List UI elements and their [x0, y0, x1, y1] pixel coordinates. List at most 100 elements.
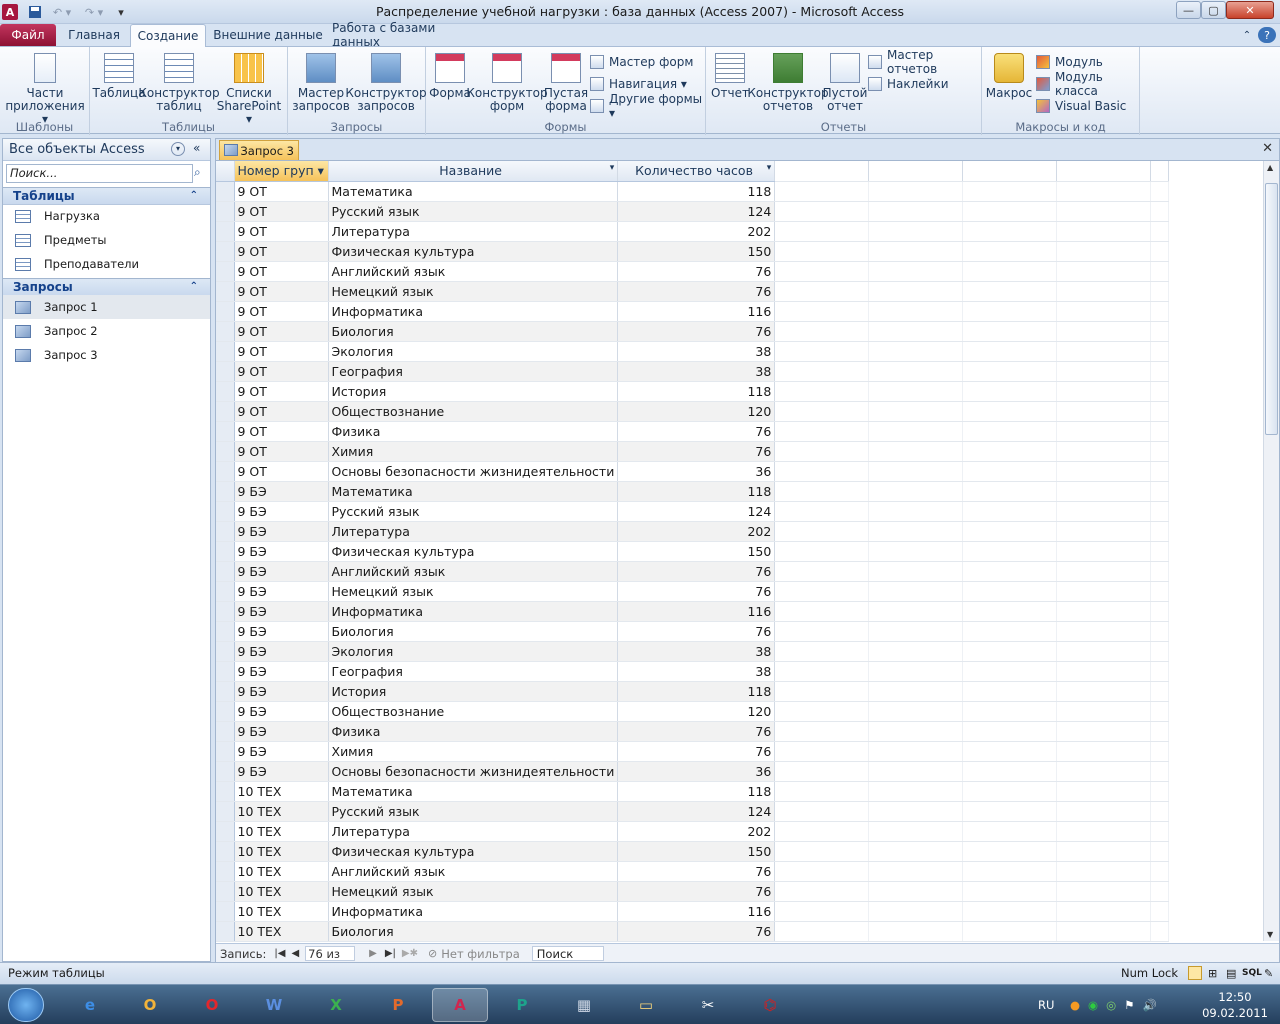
vertical-scrollbar[interactable]: ▲ ▼	[1263, 161, 1279, 941]
cell-subject[interactable]: Литература	[328, 521, 619, 542]
clock[interactable]: 12:50 09.02.2011	[1200, 989, 1270, 1021]
cell-hours[interactable]: 202	[617, 221, 776, 242]
table-row[interactable]: 9 БЭ Биология 76	[216, 621, 1170, 642]
class-module-button[interactable]: Модуль класса	[1036, 70, 1139, 98]
volume-icon[interactable]: 🔊	[1142, 998, 1156, 1012]
macro-button[interactable]: Макрос	[986, 53, 1032, 100]
record-selector[interactable]	[216, 561, 235, 582]
record-selector[interactable]	[216, 461, 235, 482]
cell-group[interactable]: 9 БЭ	[234, 581, 329, 602]
report-button[interactable]: Отчет	[710, 53, 750, 100]
sql-view-button[interactable]: SQL	[1242, 968, 1262, 978]
table-row[interactable]: 9 ОТ Математика 118	[216, 181, 1170, 202]
cell-subject[interactable]: География	[328, 661, 619, 682]
cell-subject[interactable]: Обществознание	[328, 401, 619, 422]
record-selector[interactable]	[216, 681, 235, 702]
cell-group[interactable]: 9 БЭ	[234, 601, 329, 622]
cell-group[interactable]: 9 ОТ	[234, 341, 329, 362]
language-indicator[interactable]: RU	[1038, 985, 1054, 1024]
taskbar-excel[interactable]: X	[308, 988, 364, 1022]
cell-group[interactable]: 9 ОТ	[234, 221, 329, 242]
table-row[interactable]: 9 БЭ Химия 76	[216, 741, 1170, 762]
taskbar-sticky[interactable]: ✂	[680, 988, 736, 1022]
record-selector[interactable]	[216, 621, 235, 642]
cell-group[interactable]: 10 ТЕХ	[234, 881, 329, 902]
report-wizard-button[interactable]: Мастер отчетов	[868, 48, 981, 76]
cell-subject[interactable]: Информатика	[328, 301, 619, 322]
table-row[interactable]: 9 БЭ Физическая культура 150	[216, 541, 1170, 562]
record-selector[interactable]	[216, 281, 235, 302]
cell-hours[interactable]: 150	[617, 541, 776, 562]
cell-subject[interactable]: Биология	[328, 321, 619, 342]
table-row[interactable]: 9 ОТ Химия 76	[216, 441, 1170, 462]
taskbar-opera[interactable]: O	[184, 988, 240, 1022]
cell-group[interactable]: 9 ОТ	[234, 301, 329, 322]
cell-group[interactable]: 9 БЭ	[234, 481, 329, 502]
cell-group[interactable]: 9 БЭ	[234, 501, 329, 522]
cell-group[interactable]: 9 БЭ	[234, 541, 329, 562]
cell-subject[interactable]: Русский язык	[328, 501, 619, 522]
record-selector[interactable]	[216, 261, 235, 282]
chevron-down-icon[interactable]: ▾	[171, 142, 185, 156]
taskbar-explorer[interactable]: ▭	[618, 988, 674, 1022]
sync-icon[interactable]: ◎	[1106, 998, 1116, 1012]
cell-hours[interactable]: 76	[617, 581, 776, 602]
record-selector[interactable]	[216, 761, 235, 782]
cell-group[interactable]: 10 ТЕХ	[234, 841, 329, 862]
taskbar-calculator[interactable]: ▦	[556, 988, 612, 1022]
cell-group[interactable]: 9 ОТ	[234, 401, 329, 422]
table-designer-button[interactable]: Конструктор таблиц	[138, 53, 220, 113]
cell-subject[interactable]: Информатика	[328, 601, 619, 622]
cell-group[interactable]: 9 БЭ	[234, 741, 329, 762]
search-icon[interactable]: ⌕	[194, 165, 201, 180]
cell-hours[interactable]: 76	[617, 881, 776, 902]
cell-group[interactable]: 10 ТЕХ	[234, 801, 329, 822]
record-selector[interactable]	[216, 441, 235, 462]
next-record-icon[interactable]: ▶	[369, 948, 377, 959]
cell-subject[interactable]: Литература	[328, 821, 619, 842]
chevron-down-icon[interactable]: ▾	[610, 163, 615, 173]
cell-subject[interactable]: Физика	[328, 721, 619, 742]
record-search-input[interactable]: Поиск	[531, 946, 604, 961]
cell-subject[interactable]: Химия	[328, 441, 619, 462]
nav-item-query-3[interactable]: Запрос 3	[3, 343, 210, 367]
nav-search-input[interactable]: Поиск...	[6, 164, 193, 183]
cell-group[interactable]: 9 БЭ	[234, 641, 329, 662]
record-selector[interactable]	[216, 641, 235, 662]
cell-group[interactable]: 9 БЭ	[234, 561, 329, 582]
query-wizard-button[interactable]: Мастер запросов	[292, 53, 350, 113]
table-row[interactable]: 9 БЭ Основы безопасности жизнидеятельност…	[216, 761, 1170, 782]
cell-group[interactable]: 9 ОТ	[234, 241, 329, 262]
cell-group[interactable]: 9 БЭ	[234, 721, 329, 742]
table-row[interactable]: 9 БЭ Математика 118	[216, 481, 1170, 502]
cell-hours[interactable]: 124	[617, 201, 776, 222]
table-row[interactable]: 9 ОТ Обществознание 120	[216, 401, 1170, 422]
nav-item-prepodavateli[interactable]: Преподаватели	[3, 252, 210, 276]
cell-hours[interactable]: 150	[617, 241, 776, 262]
record-position-field[interactable]: 76 из 76	[305, 946, 356, 975]
record-selector[interactable]	[216, 501, 235, 522]
cell-hours[interactable]: 76	[617, 321, 776, 342]
cell-group[interactable]: 9 ОТ	[234, 441, 329, 462]
navigation-button[interactable]: Навигация ▾	[590, 75, 687, 93]
scroll-up-icon[interactable]: ▲	[1267, 163, 1273, 172]
cell-hours[interactable]: 118	[617, 381, 776, 402]
cell-group[interactable]: 9 ОТ	[234, 361, 329, 382]
record-selector[interactable]	[216, 841, 235, 862]
cell-subject[interactable]: Английский язык	[328, 861, 619, 882]
update-icon[interactable]: ●	[1070, 998, 1080, 1012]
previous-record-icon[interactable]: ◀	[291, 948, 299, 959]
table-row[interactable]: 9 ОТ География 38	[216, 361, 1170, 382]
tab-external-data[interactable]: Внешние данные	[212, 24, 324, 46]
cell-hours[interactable]: 116	[617, 901, 776, 922]
minimize-button[interactable]: —	[1176, 1, 1201, 19]
table-row[interactable]: 9 БЭ Физика 76	[216, 721, 1170, 742]
table-row[interactable]: 9 БЭ Русский язык 124	[216, 501, 1170, 522]
cell-hours[interactable]: 76	[617, 921, 776, 942]
cell-subject[interactable]: Математика	[328, 181, 619, 202]
tab-create[interactable]: Создание	[130, 24, 206, 47]
table-row[interactable]: 10 ТЕХ Биология 76	[216, 921, 1170, 942]
action-center-icon[interactable]: ⚑	[1124, 998, 1134, 1012]
record-selector[interactable]	[216, 541, 235, 562]
cell-hours[interactable]: 38	[617, 661, 776, 682]
